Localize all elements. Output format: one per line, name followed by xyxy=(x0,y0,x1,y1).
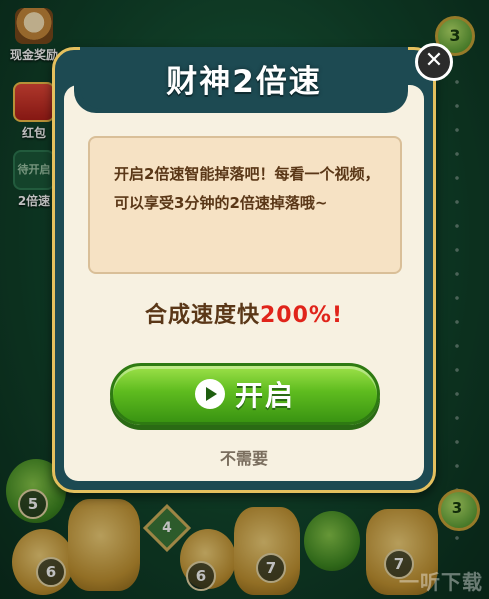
speed-info: 合成速度快200%! xyxy=(52,297,436,329)
cash-bag-icon xyxy=(15,8,53,44)
dialog-title: 财神2倍速 xyxy=(166,64,322,100)
play-icon xyxy=(194,379,225,409)
piece-level: 4 xyxy=(162,520,172,536)
red-envelope-icon xyxy=(13,82,55,122)
boost-status-badge: 待开启 xyxy=(17,163,51,176)
boost-icon: 待开启 xyxy=(13,150,55,190)
close-icon[interactable]: ✕ xyxy=(415,43,453,81)
piece-level: 6 xyxy=(186,561,216,591)
gourd-piece[interactable] xyxy=(304,511,360,571)
piece-level: 6 xyxy=(36,557,66,587)
speed-value: 200%! xyxy=(260,303,343,328)
decline-button[interactable]: 不需要 xyxy=(52,445,436,469)
piece-level: 3 xyxy=(451,499,463,517)
open-button[interactable]: 开启 xyxy=(110,363,380,425)
open-button-label: 开启 xyxy=(234,379,295,412)
description-text: 开启2倍速智能掉落吧！每看一个视频，可以享受3分钟的2倍速掉落哦~ xyxy=(114,165,380,212)
speed-prefix: 合成速度快 xyxy=(144,303,260,328)
piece-level: 5 xyxy=(18,489,48,519)
ingot-piece[interactable] xyxy=(68,499,140,591)
speed-boost-dialog: 财神2倍速 开启2倍速智能掉落吧！每看一个视频，可以享受3分钟的2倍速掉落哦~ … xyxy=(52,47,436,493)
dialog-title-bar: 财神2倍速 xyxy=(80,47,408,109)
piece-level: 7 xyxy=(256,553,286,583)
description-box: 开启2倍速智能掉落吧！每看一个视频，可以享受3分钟的2倍速掉落哦~ xyxy=(88,136,402,274)
watermark: 一听下载 xyxy=(399,570,483,594)
